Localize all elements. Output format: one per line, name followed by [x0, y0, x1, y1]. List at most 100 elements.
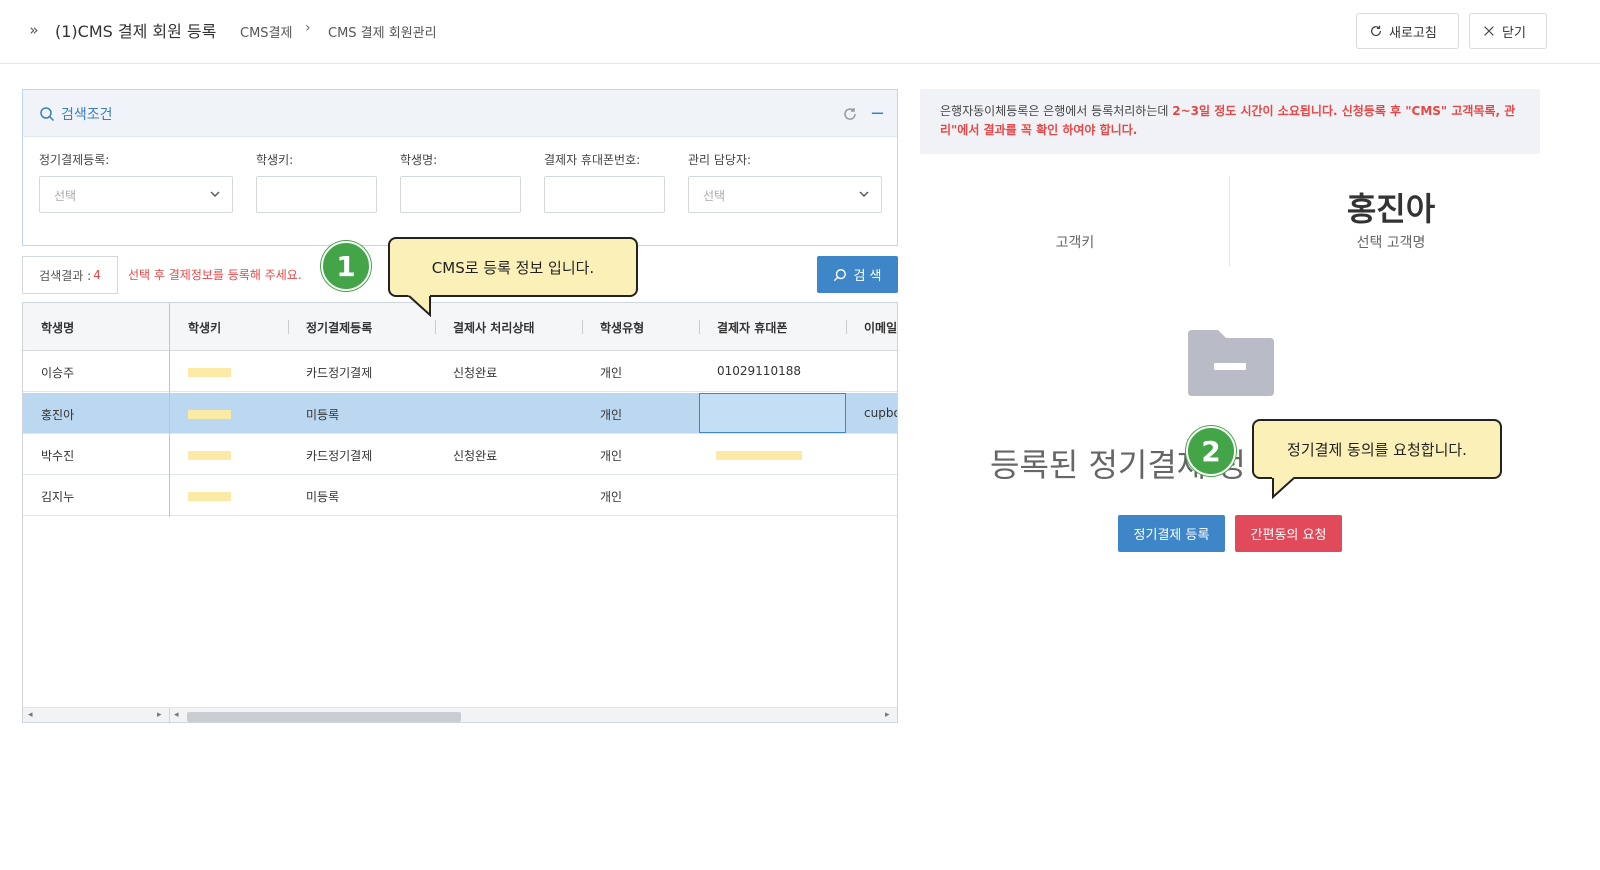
manager-select[interactable]: 선택 — [688, 176, 882, 213]
member-grid: 학생명 학생키 정기결제등록 결제사 처리상태 학생유형 결제자 휴대폰 이메일… — [22, 302, 898, 723]
cell-student-type: 개인 — [600, 408, 623, 422]
selected-customer-name: 홍진아 — [1346, 190, 1436, 228]
cell-payer-phone: 01029110188 — [717, 364, 801, 378]
select-hint: 선택 후 결제정보를 등록해 주세요. — [128, 268, 302, 282]
manager-select-value: 선택 — [703, 189, 726, 203]
chevron-down-icon — [859, 191, 869, 197]
scrollbar-divider — [169, 708, 170, 722]
label-regular-payment: 정기결제등록: — [39, 153, 110, 167]
page-title: (1)CMS 결제 회원 등록 — [55, 22, 217, 41]
grid-header: 학생명 학생키 정기결제등록 결제사 처리상태 학생유형 결제자 휴대폰 이메일 — [23, 303, 897, 351]
cell-student-name: 김지누 — [41, 490, 75, 504]
table-row[interactable]: 이승주 카드정기결제 신청완료 개인 01029110188 — [23, 351, 897, 392]
col-divider — [699, 320, 700, 334]
masked-student-key — [188, 410, 231, 419]
col-payer-phone[interactable]: 결제자 휴대폰 — [717, 319, 787, 336]
payer-phone-input[interactable] — [544, 176, 665, 213]
scrollbar-thumb[interactable] — [187, 712, 461, 722]
col-divider — [288, 320, 289, 334]
register-regular-payment-button[interactable]: 정기결제 등록 — [1118, 515, 1225, 552]
cell-regular-payment: 카드정기결제 — [306, 366, 373, 380]
cell-processing-status: 신청완료 — [453, 366, 498, 380]
folder-icon — [1188, 330, 1274, 396]
search-panel: 검색조건 − 정기결제등록: 선택 학생키: 학생명: 결제자 휴대폰번호: 관… — [22, 89, 898, 246]
col-student-name[interactable]: 학생명 — [41, 319, 74, 336]
col-email[interactable]: 이메일 — [864, 319, 897, 336]
close-icon — [1484, 26, 1494, 36]
table-row[interactable]: 김지누 미등록 개인 — [23, 475, 897, 516]
masked-student-key — [188, 492, 231, 501]
collapse-icon[interactable]: − — [870, 105, 885, 123]
breadcrumb-item-member[interactable]: CMS 결제 회원관리 — [328, 22, 437, 41]
col-divider — [435, 320, 436, 334]
close-button[interactable]: 닫기 — [1469, 13, 1547, 49]
breadcrumb-item-cms[interactable]: CMS결제 — [240, 22, 292, 41]
search-panel-tools: − — [842, 105, 885, 123]
page-header: » (1)CMS 결제 회원 등록 CMS결제 › CMS 결제 회원관리 새로… — [0, 0, 1600, 64]
scroll-left-arrow-icon[interactable]: ◂ — [28, 710, 33, 720]
scroll-left-arrow-icon[interactable]: ◂ — [174, 710, 179, 720]
bank-transfer-notice: 은행자동이체등록은 은행에서 등록처리하는데 2~3일 정도 시간이 소요됩니다… — [920, 89, 1540, 154]
cell-student-name: 이승주 — [41, 366, 75, 380]
masked-student-key — [188, 368, 231, 377]
student-key-input[interactable] — [256, 176, 377, 213]
callout-pointer — [408, 295, 431, 317]
masked-payer-phone — [716, 451, 802, 460]
expand-menu-icon[interactable]: » — [24, 20, 44, 40]
result-label: 검색결과 : — [39, 268, 92, 283]
chevron-down-icon — [210, 191, 220, 197]
search-title-label: 검색조건 — [61, 107, 113, 123]
student-name-input[interactable] — [400, 176, 521, 213]
search-icon — [40, 107, 55, 122]
callout-bubble-1: CMS로 등록 정보 입니다. — [388, 237, 638, 317]
search-button[interactable]: 검 색 — [817, 256, 898, 293]
search-button-label: 검 색 — [853, 269, 882, 284]
label-student-key: 학생키: — [256, 153, 294, 167]
refresh-label: 새로고침 — [1389, 25, 1437, 41]
col-student-key[interactable]: 학생키 — [188, 319, 221, 336]
cell-regular-payment: 카드정기결제 — [306, 449, 373, 463]
callout-bubble-2: 정기결제 동의를 요청합니다. — [1252, 419, 1502, 499]
cell-regular-payment: 미등록 — [306, 408, 340, 422]
col-divider — [846, 320, 847, 334]
table-row-selected[interactable]: 홍진아 미등록 개인 cupbo — [23, 393, 898, 434]
request-consent-button[interactable]: 간편동의 요청 — [1235, 515, 1342, 552]
label-payer-phone: 결제자 휴대폰번호: — [544, 153, 641, 167]
label-manager: 관리 담당자: — [688, 153, 752, 167]
refresh-button[interactable]: 새로고침 — [1356, 13, 1459, 49]
callout-pointer — [1272, 477, 1295, 499]
cell-payer-phone-editor[interactable] — [699, 393, 846, 433]
cell-student-name: 홍진아 — [41, 408, 75, 422]
callout-text-1: CMS로 등록 정보 입니다. — [431, 258, 595, 277]
breadcrumb-chevron-icon: › — [305, 20, 311, 36]
customer-key-panel: 고객키 — [920, 176, 1230, 266]
cell-regular-payment: 미등록 — [306, 490, 340, 504]
regular-payment-select[interactable]: 선택 — [39, 176, 233, 213]
label-student-name: 학생명: — [400, 153, 438, 167]
reset-icon[interactable] — [842, 106, 858, 122]
callout-badge-1: 1 — [321, 241, 371, 291]
table-row[interactable]: 박수진 카드정기결제 신청완료 개인 — [23, 434, 897, 475]
col-processing-status[interactable]: 결제사 처리상태 — [453, 319, 534, 336]
result-count: 4 — [93, 268, 101, 282]
scroll-right-arrow-icon[interactable]: ▸ — [157, 710, 162, 720]
col-regular-payment[interactable]: 정기결제등록 — [306, 319, 372, 336]
cell-student-name: 박수진 — [41, 449, 75, 463]
search-icon — [834, 268, 847, 281]
col-divider — [582, 320, 583, 334]
scroll-right-arrow-icon[interactable]: ▸ — [885, 710, 890, 720]
cell-email: cupbo — [864, 406, 898, 420]
result-count-box: 검색결과 : 4 — [22, 256, 118, 294]
frozen-column-divider — [169, 303, 170, 517]
close-label: 닫기 — [1502, 25, 1526, 41]
cell-student-type: 개인 — [600, 366, 623, 380]
callout-badge-2: 2 — [1186, 426, 1236, 476]
col-student-type[interactable]: 학생유형 — [600, 319, 644, 336]
cell-processing-status: 신청완료 — [453, 449, 498, 463]
search-panel-header: 검색조건 − — [23, 90, 897, 137]
horizontal-scrollbar[interactable]: ◂ ▸ ◂ ▸ — [23, 707, 897, 722]
cell-student-type: 개인 — [600, 449, 623, 463]
refresh-icon — [1371, 25, 1381, 37]
callout-text-2: 정기결제 동의를 요청합니다. — [1287, 440, 1467, 459]
selected-customer-label: 선택 고객명 — [1356, 235, 1426, 251]
